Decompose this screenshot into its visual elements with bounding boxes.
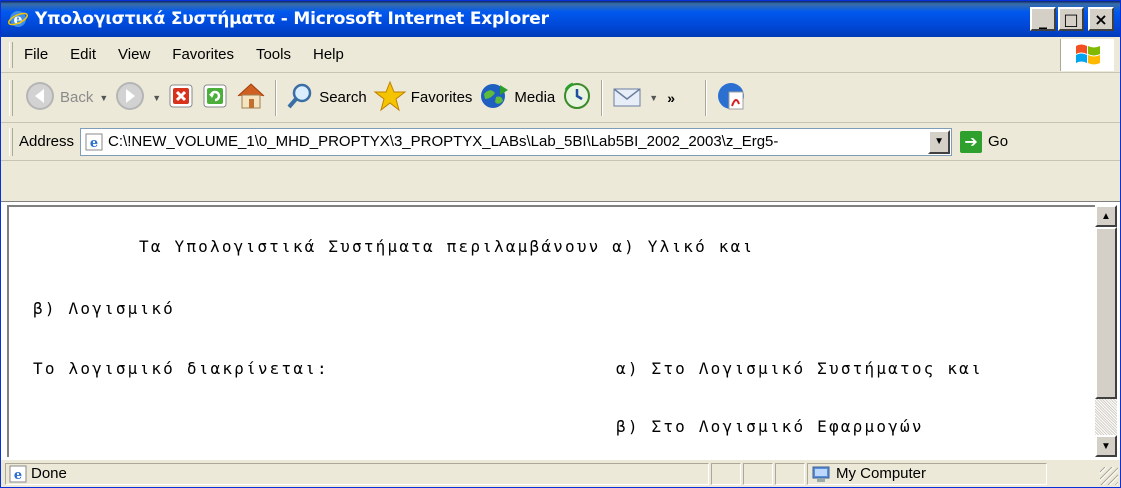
back-dropdown-icon[interactable]: ▼ [99,93,108,103]
toolbar-grip[interactable] [9,79,13,116]
toolbar-separator [275,79,278,116]
menu-view[interactable]: View [107,46,161,63]
address-grip[interactable] [9,127,13,156]
pdf-button[interactable] [712,78,750,118]
security-zone-panel[interactable]: My Computer [807,462,1047,485]
status-text: Done [31,465,67,482]
go-arrow-icon: ➔ [960,130,983,153]
favorites-button[interactable]: Favorites [370,78,476,118]
menu-help[interactable]: Help [302,46,355,63]
address-url[interactable]: C:\!NEW_VOLUME_1\0_MHD_PROPTYX\3_PROPTYX… [108,133,928,150]
search-button[interactable]: Search [282,78,370,118]
menu-edit[interactable]: Edit [59,46,107,63]
security-zone-label: My Computer [836,465,927,482]
address-label: Address [19,133,75,150]
toolbar-overflow-chevron[interactable]: » [667,90,675,106]
refresh-icon [201,82,229,114]
history-icon [561,80,593,116]
page-content: Τα Υπολογιστικά Συστήματα περιλαμβάνουν … [7,205,1097,457]
stop-button[interactable] [164,78,198,118]
favorites-label: Favorites [410,89,473,106]
window-controls: _ □ × [1030,7,1114,31]
my-computer-icon [812,465,830,483]
toolbar-separator [705,79,707,116]
address-dropdown-icon[interactable]: ▼ [928,129,951,154]
svg-text:e: e [90,136,98,151]
forward-button[interactable]: ▼ [111,78,164,118]
go-label: Go [988,133,1009,150]
media-label: Media [514,89,556,106]
windows-flag-icon [1060,39,1114,71]
resize-grip[interactable] [1100,467,1118,485]
vertical-scrollbar[interactable]: ▲ ▼ [1095,205,1117,457]
back-label: Back [60,89,94,106]
status-panel-blank [775,462,805,485]
menu-tools[interactable]: Tools [245,46,302,63]
back-button[interactable]: Back ▼ [21,78,111,118]
mail-button[interactable]: ▼ [608,78,661,118]
maximize-button[interactable]: □ [1058,7,1084,31]
status-panel-blank [743,462,773,485]
document-line-1: Τα Υπολογιστικά Συστήματα περιλαμβάνουν … [139,237,755,256]
home-button[interactable] [232,78,270,118]
document-line-4-right: β) Στο Λογισμικό Εφαρμογών [616,417,924,436]
menu-favorites[interactable]: Favorites [161,46,245,63]
title-bar[interactable]: e Υπολογιστικά Συστήματα - Microsoft Int… [1,1,1120,37]
page-done-icon: e [9,465,27,483]
standard-toolbar: Back ▼ ▼ Search Favorites Media ▼ » [1,73,1120,123]
media-globe-icon [478,81,510,115]
scroll-down-icon: ▼ [1101,440,1111,452]
status-text-panel: e Done [5,462,709,485]
toolbar-separator [601,79,604,116]
mail-dropdown-icon[interactable]: ▼ [649,93,658,103]
ie-logo-icon: e [7,8,29,30]
favorites-star-icon [373,80,407,116]
pdf-icon [715,80,747,116]
scroll-track[interactable] [1095,399,1117,435]
document-line-2: β) Λογισμικό [33,299,175,318]
forward-arrow-icon [114,80,146,116]
media-button[interactable]: Media [475,78,558,118]
forward-dropdown-icon[interactable]: ▼ [152,93,161,103]
close-button[interactable]: × [1088,7,1114,31]
status-panel-blank [711,462,741,485]
scroll-up-icon: ▲ [1101,210,1111,222]
maximize-icon: □ [1063,9,1079,29]
status-bar: e Done My Computer [1,459,1120,487]
back-arrow-icon [24,80,56,116]
search-magnifier-icon [285,81,315,115]
document-line-3-left: Το λογισμικό διακρίνεται: [33,359,329,378]
document-line-3-right: α) Στο Λογισμικό Συστήματος και [616,359,983,378]
mail-icon [611,81,643,115]
page-ie-icon: e [84,132,104,152]
svg-text:e: e [14,468,22,483]
menu-bar: File Edit View Favorites Tools Help [1,37,1120,73]
address-bar: Address e C:\!NEW_VOLUME_1\0_MHD_PROPTYX… [1,123,1120,161]
scroll-up-button[interactable]: ▲ [1095,205,1117,227]
go-button[interactable]: ➔ Go [960,130,1009,153]
home-icon [235,81,267,115]
scroll-thumb[interactable] [1095,227,1117,399]
refresh-button[interactable] [198,78,232,118]
scroll-down-button[interactable]: ▼ [1095,435,1117,457]
stop-icon [167,82,195,114]
history-button[interactable] [558,78,596,118]
address-input[interactable]: e C:\!NEW_VOLUME_1\0_MHD_PROPTYX\3_PROPT… [80,127,953,156]
minimize-icon: _ [1039,9,1047,29]
browser-window: e Υπολογιστικά Συστήματα - Microsoft Int… [0,0,1121,488]
menu-file[interactable]: File [13,46,59,63]
minimize-button[interactable]: _ [1030,7,1056,31]
close-icon: × [1094,9,1108,29]
window-title: Υπολογιστικά Συστήματα - Microsoft Inter… [35,9,549,29]
search-label: Search [319,89,367,106]
